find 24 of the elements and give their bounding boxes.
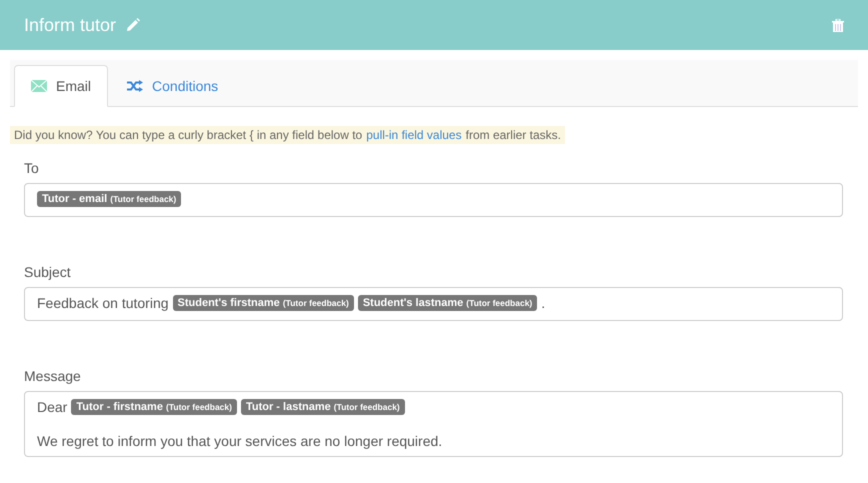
field-text: Dear <box>37 399 68 415</box>
field-text: . <box>541 295 546 311</box>
field-text: We regret to inform you that your services are no longer required. <box>37 433 442 449</box>
tip-text: Did you know? You can type a curly bracket { in any field below to <box>14 128 362 142</box>
page-title: Inform tutor <box>24 14 116 36</box>
tip-text: from earlier tasks. <box>466 128 561 142</box>
field-token: Tutor - lastname (Tutor feedback) <box>240 399 405 415</box>
shuffle-icon <box>127 80 144 92</box>
field-token: Tutor - firstname (Tutor feedback) <box>71 399 237 415</box>
field-token: Student's firstname (Tutor feedback) <box>172 295 354 311</box>
trash-icon[interactable] <box>832 18 844 32</box>
field-token: Student's lastname (Tutor feedback) <box>358 295 538 311</box>
field-text: Feedback on tutoring <box>37 295 169 311</box>
tab[interactable]: Conditions <box>110 65 236 107</box>
tab[interactable]: Email <box>14 65 108 107</box>
field-label: Subject <box>24 264 71 280</box>
input-field[interactable]: Dear Tutor - firstname (Tutor feedback) Tutor - lastname (Tutor feedback) We regret to inform you that your services are no longer required. <box>24 391 843 457</box>
pencil-icon[interactable] <box>126 18 140 32</box>
field-token: Tutor - email (Tutor feedback) <box>37 191 182 207</box>
input-field[interactable]: Tutor - email (Tutor feedback) <box>24 183 843 217</box>
input-field[interactable]: Feedback on tutoring Student's firstname (Tutor feedback) Student's lastname (Tutor feedback) . <box>24 287 843 321</box>
field-label: Message <box>24 368 81 384</box>
envelope-icon <box>31 80 47 92</box>
field-label: To <box>24 160 39 176</box>
